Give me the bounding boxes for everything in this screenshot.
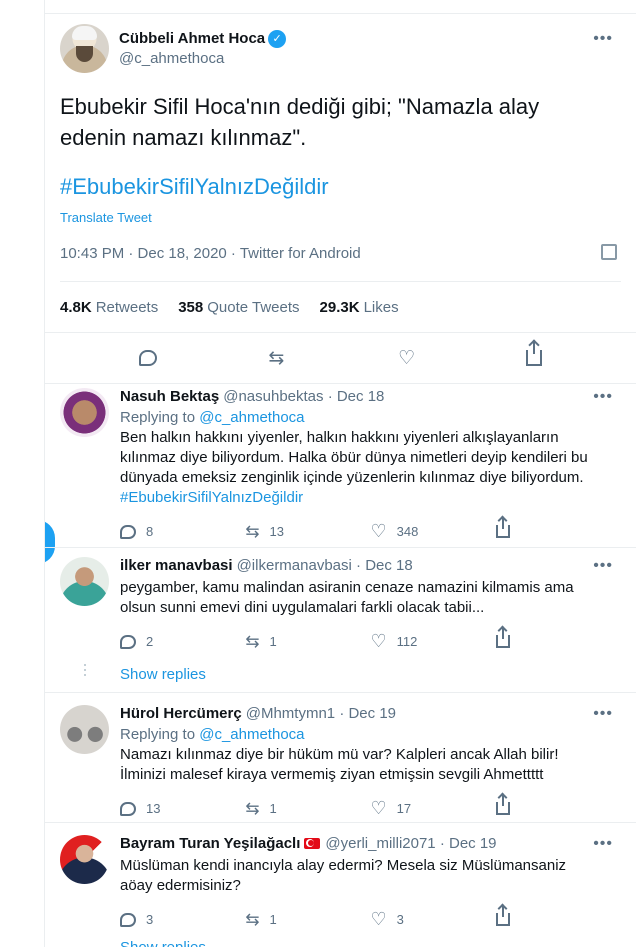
like-heart-icon[interactable]: ♡ — [371, 631, 387, 652]
tweet-stats: 4.8K Retweets 358 Quote Tweets 29.3K Likes — [60, 282, 621, 332]
like-heart-icon[interactable]: ♡ — [371, 909, 387, 930]
retweets-stat[interactable]: 4.8K Retweets — [60, 299, 158, 316]
reply-count: 2 — [146, 634, 154, 649]
like-heart-icon[interactable]: ♡ — [371, 521, 387, 542]
like-heart-icon[interactable]: ♡ — [371, 798, 387, 819]
retweet-icon[interactable]: ⇆ — [265, 349, 287, 368]
author-handle[interactable]: @nasuhbektas — [223, 388, 323, 405]
more-options-icon[interactable]: ••• — [593, 835, 613, 853]
share-icon[interactable] — [495, 518, 510, 538]
replying-to-link[interactable]: @c_ahmethoca — [199, 409, 304, 426]
author-name[interactable]: ilker manavbasi — [120, 557, 233, 574]
reply-icon[interactable] — [120, 634, 136, 649]
like-count: 348 — [396, 524, 419, 539]
retweet-count: 1 — [269, 634, 277, 649]
like-count: 112 — [396, 634, 418, 649]
main-tweet: Cübbeli Ahmet Hoca ✓ @c_ahmethoca ••• Eb… — [45, 14, 636, 384]
reply-text: Ben halkın hakkını yiyenler, halkın hakk… — [120, 429, 588, 506]
reply-text: Müslüman kendi inancıyla alay edermi? Me… — [120, 857, 567, 894]
retweet-count: 1 — [269, 912, 277, 927]
divider — [45, 547, 636, 548]
thread-dots — [84, 664, 86, 679]
author-name[interactable]: Cübbeli Ahmet Hoca — [119, 30, 265, 47]
tweet-actions: ⇆ ♡ — [45, 332, 636, 384]
translate-tweet-link[interactable]: Translate Tweet — [60, 210, 621, 225]
reply-count: 8 — [146, 524, 154, 539]
show-replies-link[interactable]: Show replies — [120, 939, 636, 947]
retweet-count: 13 — [269, 524, 284, 539]
author-handle[interactable]: @c_ahmethoca — [119, 50, 286, 67]
reply-count: 13 — [146, 801, 161, 816]
more-options-icon[interactable]: ••• — [593, 705, 613, 723]
reply-icon[interactable] — [139, 350, 158, 366]
author-name[interactable]: Nasuh Bektaş — [120, 388, 219, 405]
author-name[interactable]: Hürol Hercümerç — [120, 705, 242, 722]
reply-tweet[interactable]: ilker manavbasi @ilkermanavbasi · Dec 18… — [45, 557, 636, 652]
timeline-column: Cübbeli Ahmet Hoca ✓ @c_ahmethoca ••• Eb… — [44, 0, 636, 947]
reply-text: Namazı kılınmaz diye bir hüküm mü var? K… — [120, 746, 559, 783]
avatar[interactable] — [60, 557, 109, 606]
like-count: 3 — [396, 912, 404, 927]
divider — [45, 822, 636, 823]
more-options-icon[interactable]: ••• — [593, 30, 613, 48]
replying-prefix: Replying to — [120, 726, 196, 743]
reply-text: peygamber, kamu malindan asiranin cenaze… — [120, 579, 574, 616]
reply-date[interactable]: · Dec 18 — [328, 388, 385, 405]
quote-tweets-stat[interactable]: 358 Quote Tweets — [178, 299, 299, 316]
reply-date[interactable]: · Dec 19 — [339, 705, 396, 722]
retweet-icon[interactable]: ⇆ — [245, 910, 259, 930]
share-icon[interactable] — [495, 628, 510, 648]
retweet-icon[interactable]: ⇆ — [245, 799, 259, 819]
verified-badge-icon: ✓ — [268, 29, 287, 48]
share-icon[interactable] — [495, 795, 510, 815]
author-handle[interactable]: @yerli_milli2071 — [325, 835, 435, 852]
more-options-icon[interactable]: ••• — [593, 388, 613, 406]
author-handle[interactable]: @Mhmtymn1 — [246, 705, 335, 722]
turkish-flag-icon — [304, 838, 321, 849]
retweet-count: 1 — [269, 801, 277, 816]
reply-tweet[interactable]: Nasuh Bektaş @nasuhbektas · Dec 18 Reply… — [45, 388, 636, 542]
replying-to-link[interactable]: @c_ahmethoca — [199, 726, 304, 743]
analytics-icon[interactable] — [601, 244, 617, 260]
author-name[interactable]: Bayram Turan Yeşilağaclı — [120, 835, 300, 852]
tweet-text: Ebubekir Sifil Hoca'nın dediği gibi; "Na… — [60, 94, 540, 150]
divider — [45, 692, 636, 693]
reply-date[interactable]: · Dec 19 — [440, 835, 497, 852]
avatar[interactable] — [60, 705, 109, 754]
tweet-meta[interactable]: 10:43 PM · Dec 18, 2020 · Twitter for An… — [60, 245, 361, 262]
hashtag-link[interactable]: #EbubekirSifilYalnızDeğildir — [120, 489, 303, 506]
avatar[interactable] — [60, 388, 109, 437]
show-replies-link[interactable]: Show replies — [120, 666, 636, 683]
author-handle[interactable]: @ilkermanavbasi — [237, 557, 352, 574]
avatar[interactable] — [60, 835, 109, 884]
reply-tweet[interactable]: Bayram Turan Yeşilağaclı @yerli_milli207… — [45, 835, 636, 930]
retweet-icon[interactable]: ⇆ — [245, 522, 259, 542]
reply-icon[interactable] — [120, 912, 136, 927]
reply-date[interactable]: · Dec 18 — [356, 557, 413, 574]
share-icon[interactable] — [495, 906, 510, 926]
replying-prefix: Replying to — [120, 409, 196, 426]
share-icon[interactable] — [525, 342, 542, 366]
reply-count: 3 — [146, 912, 154, 927]
likes-stat[interactable]: 29.3K Likes — [320, 299, 399, 316]
like-count: 17 — [396, 801, 412, 816]
reply-icon[interactable] — [120, 801, 136, 816]
avatar[interactable] — [60, 23, 109, 73]
like-heart-icon[interactable]: ♡ — [396, 349, 418, 368]
reply-icon[interactable] — [120, 524, 136, 539]
more-options-icon[interactable]: ••• — [593, 557, 613, 575]
retweet-icon[interactable]: ⇆ — [245, 632, 259, 652]
reply-tweet[interactable]: Hürol Hercümerç @Mhmtymn1 · Dec 19 Reply… — [45, 705, 636, 819]
hashtag-link[interactable]: #EbubekirSifilYalnızDeğildir — [60, 174, 621, 200]
